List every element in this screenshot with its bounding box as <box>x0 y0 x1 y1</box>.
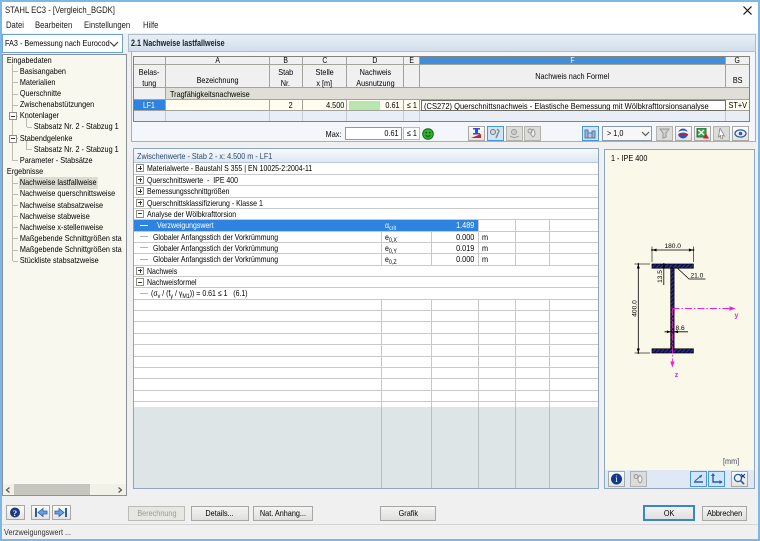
svg-text:21.0: 21.0 <box>691 273 704 280</box>
svg-text:?: ? <box>13 508 17 518</box>
svg-text:z: z <box>675 372 679 379</box>
svg-text:13.5: 13.5 <box>657 270 664 283</box>
svg-text:y: y <box>735 313 739 320</box>
svg-text:180.0: 180.0 <box>664 243 681 250</box>
svg-text:8.6: 8.6 <box>676 325 685 332</box>
svg-text:400.0: 400.0 <box>632 300 639 317</box>
